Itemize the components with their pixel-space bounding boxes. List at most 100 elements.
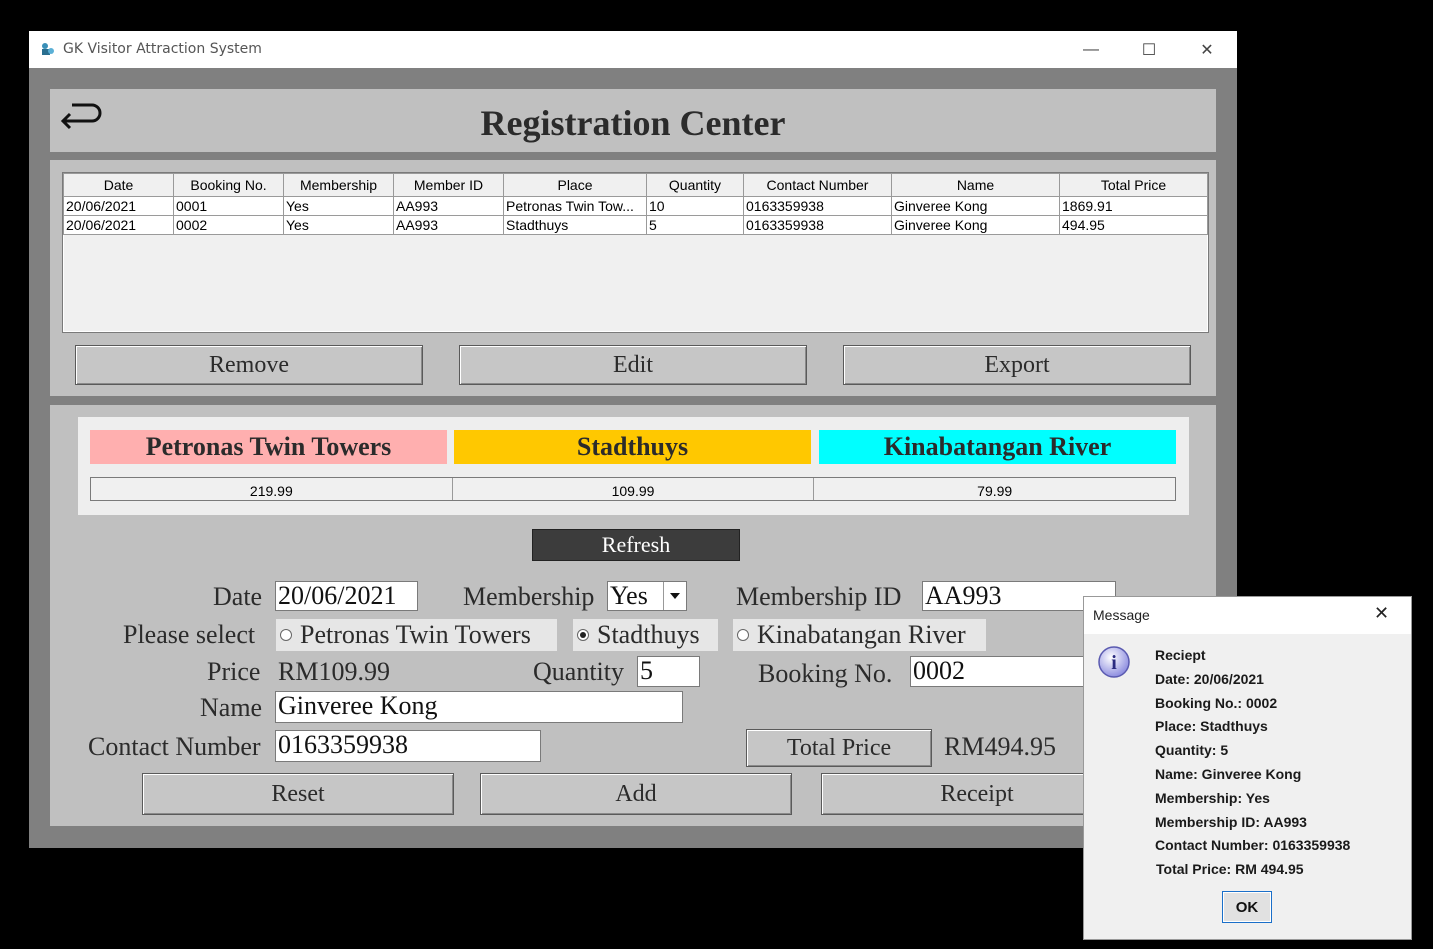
edit-button[interactable]: Edit [459,345,807,385]
radio-stadthuys-label: Stadthuys [597,620,700,649]
date-field[interactable]: 20/06/2021 [275,581,418,611]
membership-id-label: Membership ID [736,582,902,611]
name-field[interactable]: Ginveree Kong [275,691,683,723]
quantity-field[interactable]: 5 [637,656,700,687]
radio-stadthuys-dot [577,629,589,641]
name-label: Name [200,693,263,722]
header-panel: Registration Center [50,89,1216,152]
table-cell[interactable]: 494.95 [1059,215,1208,235]
table-row[interactable]: 20/06/2021 0002 Yes AA993 Stadthuys 5 01633599… [63,215,1208,235]
receipt-line: Date: 20/06/2021 [1155,670,1264,687]
column-header[interactable]: Booking No. [173,173,284,197]
table-body: 20/06/2021 0001 Yes AA993 Petronas Twin Tow.… [63,196,1208,235]
radio-stadthuys[interactable]: Stadthuys [573,619,718,651]
column-header[interactable]: Member ID [393,173,504,197]
column-header[interactable]: Total Price [1059,173,1208,197]
place-title-kinabatangan: Kinabatangan River [819,430,1176,464]
table-cell[interactable]: Petronas Twin Tow... [503,196,647,216]
receipt-line: Place: Stadthuys [1155,718,1268,735]
bookings-table-scroll[interactable]: Date Booking No. Membership Member ID Place Q… [62,172,1209,333]
receipt-line: Total Price: RM 494.95 [1156,861,1304,878]
table-header-row: Date Booking No. Membership Member ID Place Q… [63,173,1208,197]
membership-label: Membership [463,582,595,611]
table-cell[interactable]: 10 [646,196,744,216]
table-cell[interactable]: 0163359938 [743,196,892,216]
table-cell[interactable]: 20/06/2021 [63,215,174,235]
please-select-label: Please select [123,620,256,649]
place-title-petronas: Petronas Twin Towers [90,430,447,464]
minimize-button[interactable]: — [1062,31,1120,68]
maximize-button[interactable]: ☐ [1120,31,1178,68]
page-title: Registration Center [480,103,786,143]
price-value: RM109.99 [278,657,390,686]
price-kinabatangan: 79.99 [977,483,1013,499]
receipt-line: Booking No.: 0002 [1155,694,1278,711]
receipt-dialog: Message ✕ i Reciept Date: 20/06/2021 Booki… [1083,596,1412,940]
places-panel: Petronas Twin Towers Stadthuys Kinabatan… [78,417,1189,515]
table-cell[interactable]: Ginveree Kong [891,215,1060,235]
radio-kinabatangan-label: Kinabatangan River [757,620,966,649]
dialog-title: Message [1093,607,1150,623]
column-header[interactable]: Quantity [646,173,744,197]
column-header[interactable]: Name [891,173,1060,197]
reset-button[interactable]: Reset [142,773,454,815]
receipt-line: Contact Number: 0163359938 [1155,837,1351,854]
total-price-button[interactable]: Total Price [746,729,932,767]
table-cell[interactable]: 20/06/2021 [63,196,174,216]
table-cell[interactable]: Yes [283,196,394,216]
export-button[interactable]: Export [843,345,1191,385]
price-label: Price [207,657,261,686]
bookings-panel: Date Booking No. Membership Member ID Place Q… [50,160,1216,396]
table-cell[interactable]: AA993 [393,196,504,216]
ok-button[interactable]: OK [1222,891,1272,923]
table-cell[interactable]: Stadthuys [503,215,647,235]
table-cell[interactable]: 0163359938 [743,215,892,235]
table-cell[interactable]: Yes [283,215,394,235]
table-cell[interactable]: 0002 [173,215,284,235]
info-icon: i [1098,646,1130,678]
place-price-row: 219.99 109.99 79.99 [90,477,1176,501]
receipt-line: Quantity: 5 [1155,742,1229,759]
booking-no-field[interactable]: 0002 [910,656,1090,687]
booking-no-label: Booking No. [758,659,893,688]
total-price-value: RM494.95 [944,732,1056,761]
refresh-button[interactable]: Refresh [532,529,740,561]
column-header[interactable]: Membership [283,173,394,197]
contact-number-label: Contact Number [88,732,261,761]
booking-form-panel: Petronas Twin Towers Stadthuys Kinabatan… [50,405,1216,826]
svg-text:i: i [1111,652,1117,674]
close-button[interactable]: ✕ [1178,31,1236,68]
table-cell[interactable]: AA993 [393,215,504,235]
membership-select-value: Yes [610,581,648,610]
add-button[interactable]: Add [480,773,792,815]
column-header[interactable]: Place [503,173,647,197]
membership-select[interactable]: Yes [607,581,687,611]
receipt-line: Membership ID: AA993 [1155,813,1307,830]
column-header[interactable]: Date [63,173,174,197]
table-cell[interactable]: 5 [646,215,744,235]
table-row[interactable]: 20/06/2021 0001 Yes AA993 Petronas Twin Tow.… [63,196,1208,216]
table-cell[interactable]: 1869.91 [1059,196,1208,216]
table-cell[interactable]: 0001 [173,196,284,216]
table-cell[interactable]: Ginveree Kong [891,196,1060,216]
receipt-line: Reciept [1155,647,1206,663]
receipt-line: Membership: Yes [1155,789,1270,806]
date-label: Date [213,582,263,611]
dialog-close-icon[interactable]: ✕ [1374,603,1389,624]
title-bar[interactable]: GK Visitor Attraction System — ☐ ✕ [29,31,1237,68]
column-header[interactable]: Contact Number [743,173,892,197]
contact-number-field[interactable]: 0163359938 [275,730,541,762]
radio-kinabatangan[interactable]: Kinabatangan River [733,619,986,651]
radio-petronas-label: Petronas Twin Towers [300,620,531,649]
place-title-stadthuys: Stadthuys [454,430,811,464]
price-petronas: 219.99 [91,478,453,500]
chevron-down-icon[interactable] [663,582,686,610]
dialog-title-bar[interactable]: Message ✕ [1084,597,1411,634]
bookings-table: Date Booking No. Membership Member ID Place Q… [63,173,1208,235]
radio-petronas[interactable]: Petronas Twin Towers [276,619,557,651]
receipt-line: Name: Ginveree Kong [1155,766,1302,782]
main-window: GK Visitor Attraction System — ☐ ✕ Regis… [29,31,1237,848]
remove-button[interactable]: Remove [75,345,423,385]
app-icon [42,43,54,55]
window-title: GK Visitor Attraction System [63,41,262,57]
